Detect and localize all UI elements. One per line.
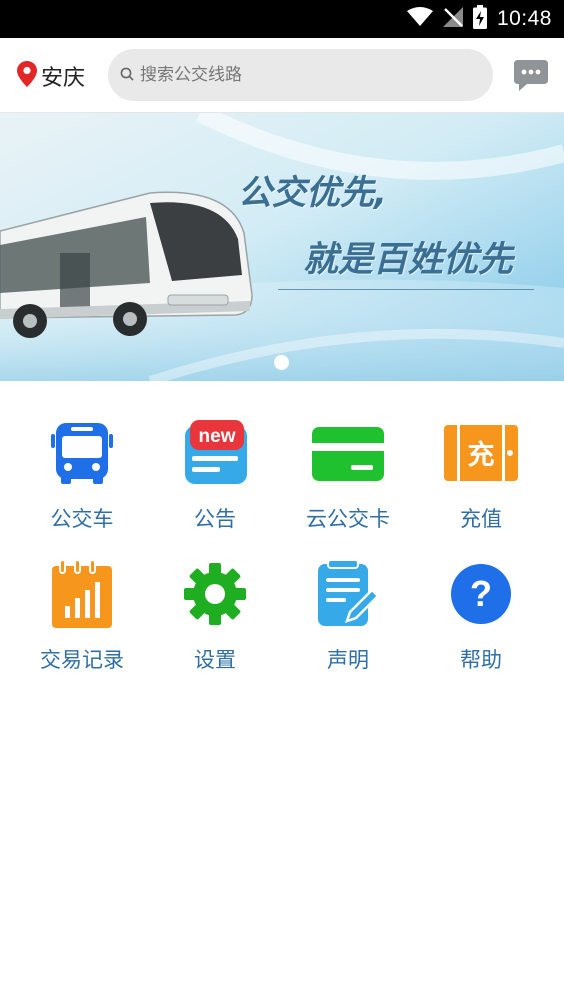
menu-item-help[interactable]: ? 帮助 bbox=[415, 554, 547, 674]
search-input[interactable] bbox=[140, 65, 470, 85]
help-glyph: ? bbox=[470, 573, 492, 614]
wifi-icon bbox=[406, 7, 433, 31]
message-button[interactable] bbox=[513, 59, 549, 93]
banner-slogan-line1: 公交优先, bbox=[238, 173, 387, 213]
menu-label: 云公交卡 bbox=[306, 507, 390, 531]
menu-item-cloud-card[interactable]: 云公交卡 bbox=[282, 413, 414, 533]
menu-label: 声明 bbox=[327, 648, 369, 672]
menu-item-announcement[interactable]: new 公告 bbox=[149, 413, 281, 533]
menu-label: 帮助 bbox=[460, 648, 502, 672]
location-pin-icon bbox=[17, 60, 37, 91]
recharge-glyph: 充 bbox=[468, 439, 495, 471]
menu-label: 交易记录 bbox=[40, 648, 124, 672]
battery-charging-icon bbox=[472, 5, 487, 33]
chat-bubble-icon bbox=[513, 60, 549, 97]
bus-icon bbox=[42, 413, 122, 493]
menu-item-statement[interactable]: 声明 bbox=[282, 554, 414, 674]
banner-carousel[interactable]: 公交优先, 就是百姓优先 bbox=[0, 113, 564, 381]
menu-item-transactions[interactable]: 交易记录 bbox=[16, 554, 148, 674]
menu-label: 充值 bbox=[460, 507, 502, 531]
recharge-icon: 充 bbox=[441, 413, 521, 493]
slogan-divider bbox=[278, 289, 534, 290]
menu-label: 公告 bbox=[194, 507, 236, 531]
announcement-icon: new bbox=[175, 413, 255, 493]
search-icon bbox=[120, 66, 134, 85]
city-name: 安庆 bbox=[41, 65, 86, 91]
no-signal-icon bbox=[442, 7, 463, 31]
menu-label: 设置 bbox=[194, 648, 236, 672]
statement-icon bbox=[308, 554, 388, 634]
menu-label: 公交车 bbox=[50, 507, 114, 531]
help-icon: ? bbox=[441, 554, 521, 634]
new-badge: new bbox=[199, 426, 236, 447]
header: 安庆 bbox=[0, 38, 564, 113]
menu-item-settings[interactable]: 设置 bbox=[149, 554, 281, 674]
menu-item-bus[interactable]: 公交车 bbox=[16, 413, 148, 533]
gear-icon bbox=[175, 554, 255, 634]
search-bar[interactable] bbox=[108, 49, 493, 101]
menu-item-recharge[interactable]: 充 充值 bbox=[415, 413, 547, 533]
card-icon bbox=[308, 413, 388, 493]
carousel-indicator-dot[interactable] bbox=[274, 355, 289, 370]
transaction-record-icon bbox=[42, 554, 122, 634]
status-icons: 10:48 bbox=[406, 0, 552, 38]
city-selector[interactable]: 安庆 bbox=[17, 38, 85, 113]
banner-slogan-line2: 就是百姓优先 bbox=[303, 240, 514, 280]
status-time: 10:48 bbox=[496, 7, 552, 30]
status-bar: 10:48 bbox=[0, 0, 564, 38]
